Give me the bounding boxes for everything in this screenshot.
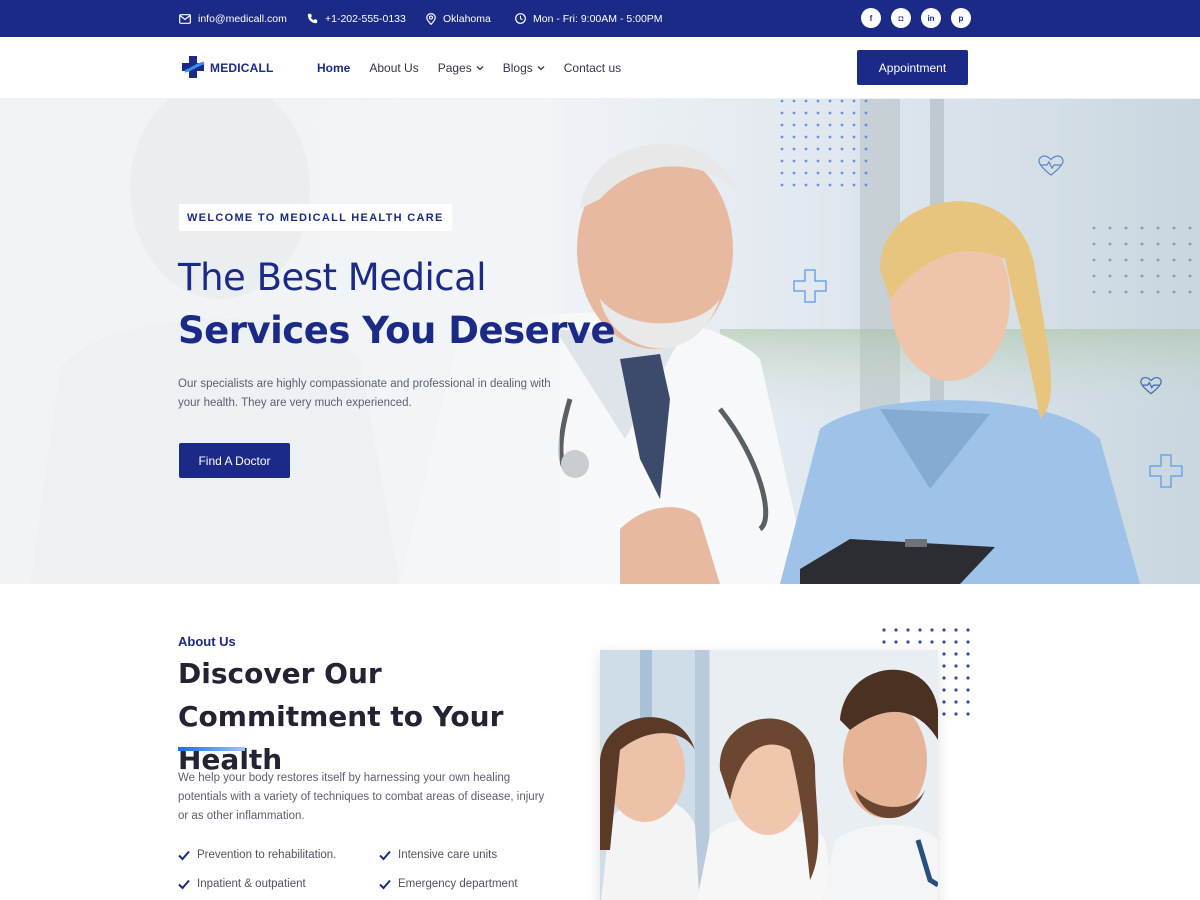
- heartbeat-icon: [1140, 376, 1162, 395]
- nav-item-about-us[interactable]: About Us: [369, 61, 418, 75]
- social-links: f ◘ in p: [861, 8, 971, 28]
- feature-label: Intensive care units: [398, 849, 498, 861]
- about-kicker: About Us: [178, 634, 236, 649]
- logo-text: MEDICALL: [210, 61, 274, 75]
- phone-info[interactable]: +1-202-555-0133: [307, 0, 406, 37]
- find-a-doctor-button[interactable]: Find A Doctor: [179, 443, 290, 478]
- checkmark-icon: [178, 850, 190, 860]
- feature-item: Prevention to rehabilitation.: [178, 849, 336, 861]
- hero-badge: WELCOME TO MEDICALL HEALTH CARE: [179, 204, 452, 231]
- decorative-dot-grid: [1092, 226, 1192, 294]
- phone-icon: [307, 13, 318, 24]
- about-title: Discover Our Commitment to Your Health: [178, 657, 504, 776]
- chevron-down-icon: [476, 66, 484, 71]
- hero-title-line1: The Best Medical: [178, 256, 487, 299]
- mail-icon: [179, 13, 191, 24]
- about-description: We help your body restores itself by har…: [178, 772, 545, 822]
- hours-text: Mon - Fri: 9:00AM - 5:00PM: [533, 12, 663, 25]
- chevron-down-icon: [537, 66, 545, 71]
- linkedin-icon[interactable]: in: [921, 8, 941, 28]
- nav-item-label: Contact us: [563, 61, 622, 75]
- location-pin-icon: [426, 12, 436, 25]
- feature-item: Emergency department: [379, 878, 518, 890]
- hero-description: Our specialists are highly compassionate…: [178, 378, 551, 409]
- linkedin-glyph: in: [927, 13, 935, 23]
- nav-item-label: Home: [317, 61, 351, 75]
- hero-section: WELCOME TO MEDICALL HEALTH CARE The Best…: [0, 99, 1200, 584]
- team-photo-illustration: [600, 650, 938, 900]
- phone-text: +1-202-555-0133: [325, 12, 406, 25]
- nav-item-home[interactable]: Home: [317, 61, 350, 75]
- facebook-glyph: f: [869, 13, 873, 23]
- nav-item-label: Blogs: [502, 61, 533, 75]
- email-text: info@medicall.com: [198, 12, 287, 25]
- heartbeat-icon: [1038, 155, 1064, 176]
- medical-cross-logo-icon: [182, 56, 205, 78]
- location-text: Oklahoma: [443, 12, 491, 25]
- decorative-dot-grid: [780, 99, 868, 187]
- nav-menu: Home About Us Pages Blogs Contact us: [317, 37, 621, 99]
- about-photo-team: [600, 650, 938, 900]
- email-info[interactable]: info@medicall.com: [179, 0, 287, 37]
- logo[interactable]: MEDICALL: [181, 55, 274, 81]
- location-info: Oklahoma: [426, 0, 491, 37]
- feature-item: Intensive care units: [379, 849, 497, 861]
- main-navigation: MEDICALL Home About Us Pages Blogs Conta…: [0, 37, 1200, 99]
- top-info-bar: info@medicall.com +1-202-555-0133 Oklaho…: [0, 0, 1200, 37]
- plus-outline-icon: [793, 269, 827, 303]
- nav-item-contact-us[interactable]: Contact us: [564, 61, 621, 75]
- checkmark-icon: [178, 879, 190, 889]
- title-underline: [178, 747, 245, 751]
- plus-outline-icon: [1149, 454, 1183, 488]
- nav-item-blogs[interactable]: Blogs: [503, 61, 545, 75]
- clock-icon: [515, 13, 526, 24]
- feature-label: Emergency department: [398, 878, 518, 890]
- feature-label: Prevention to rehabilitation.: [197, 849, 337, 861]
- instagram-icon[interactable]: ◘: [891, 8, 911, 28]
- hours-info: Mon - Fri: 9:00AM - 5:00PM: [515, 0, 663, 37]
- nav-item-label: Pages: [437, 61, 472, 75]
- facebook-icon[interactable]: f: [861, 8, 881, 28]
- pinterest-icon[interactable]: p: [951, 8, 971, 28]
- nav-item-pages[interactable]: Pages: [438, 61, 484, 75]
- checkmark-icon: [379, 850, 391, 860]
- appointment-button[interactable]: Appointment: [857, 50, 968, 85]
- feature-label: Inpatient & outpatient: [197, 878, 306, 890]
- nav-item-label: About Us: [369, 61, 419, 75]
- hero-title-line2: Services You Deserve: [178, 309, 616, 352]
- pinterest-glyph: p: [958, 13, 964, 23]
- checkmark-icon: [379, 879, 391, 889]
- feature-item: Inpatient & outpatient: [178, 878, 306, 890]
- instagram-glyph: ◘: [898, 13, 904, 23]
